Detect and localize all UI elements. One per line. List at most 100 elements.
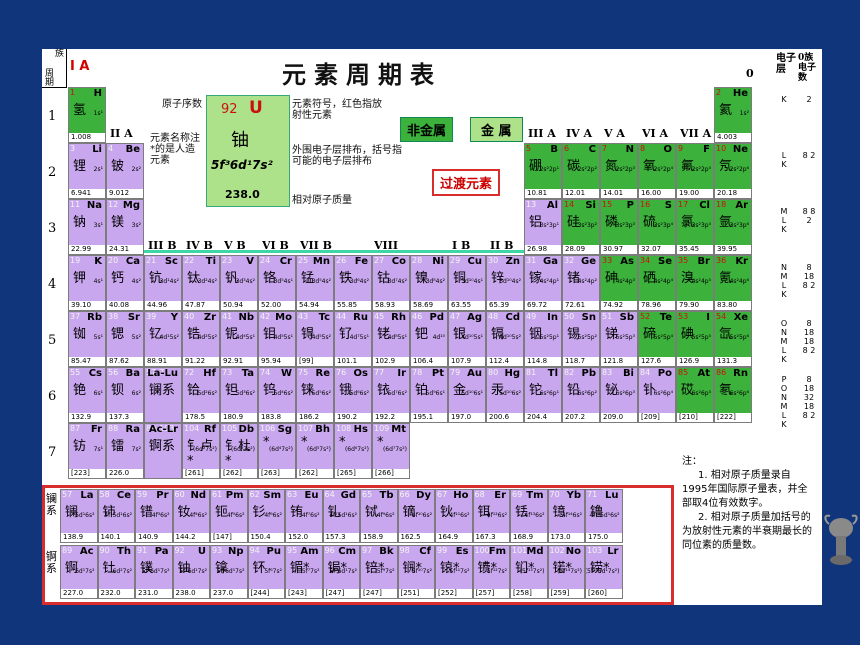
element-config: 2s²2p⁵ [691, 166, 711, 173]
element-cell: 78 Pt 铂 5d⁹6s¹ 195.1 [410, 367, 448, 423]
element-symbol: Yb [566, 490, 581, 501]
element-symbol: O [663, 144, 672, 155]
element-mass: 127.6 [639, 357, 675, 366]
element-symbol: N [625, 144, 634, 155]
element-mass: 6.941 [69, 189, 105, 198]
element-symbol: Pt [431, 368, 444, 379]
element-mass: 58.69 [411, 301, 447, 310]
element-config: 2s²2p⁴ [653, 166, 673, 173]
element-mass: 47.87 [183, 301, 219, 310]
element-config: 3d⁷4s² [387, 278, 407, 285]
element-mass: [210] [677, 413, 713, 422]
element-atomic-number: 58 [99, 490, 110, 499]
element-symbol: Cs [88, 368, 102, 379]
element-symbol: Pr [156, 490, 169, 501]
element-config: 4f¹¹6s² [449, 512, 470, 519]
element-config: 5f⁴6d¹7s² [216, 568, 245, 575]
element-mass: 180.9 [221, 413, 257, 422]
element-cell: 20 Ca 钙 4s² 40.08 [106, 255, 144, 311]
element-mass: 190.2 [335, 413, 371, 422]
element-cell: 88 Ra 镭 7s² 226.0 [106, 423, 144, 479]
element-atomic-number: 42 [260, 312, 271, 321]
element-atomic-number: 17 [678, 200, 689, 209]
element-mass: 164.9 [436, 533, 472, 542]
element-atomic-number: 66 [399, 490, 410, 499]
element-mass: 162.5 [398, 533, 434, 542]
element-cell: 17 Cl 氯 3s²3p⁵ 35.45 [676, 199, 714, 255]
element-atomic-number: 29 [450, 256, 461, 265]
element-atomic-number: 21 [146, 256, 157, 265]
shell-letters: K [781, 95, 787, 104]
footnote-line1: 1. 相对原子质量录自1995年国际原子量表，并全部取4位有效数字。 [682, 470, 808, 509]
element-symbol: Lr [607, 546, 619, 557]
element-atomic-number: 34 [640, 256, 651, 265]
element-config: 3d³4s² [235, 278, 255, 285]
element-config: 4d⁴5s¹ [235, 334, 255, 341]
element-mass: 232.0 [98, 589, 134, 598]
period-label: 7 [48, 445, 57, 460]
element-atomic-number: 90 [99, 546, 110, 555]
element-atomic-number: 54 [716, 312, 727, 321]
element-symbol: Bk [379, 546, 394, 557]
element-cell: 108 Hs * (6d⁶7s²) [265] [334, 423, 372, 479]
element-atomic-number: 36 [716, 256, 727, 265]
element-symbol: Mt [391, 424, 406, 435]
element-symbol: Md [526, 546, 544, 557]
element-atomic-number: 13 [526, 200, 537, 209]
element-atomic-number: 95 [287, 546, 298, 555]
element-atomic-number: 46 [412, 312, 423, 321]
element-config: 4d⁵5s¹ [273, 334, 293, 341]
element-cell: 2 He 氦 1s² 4.003 [714, 87, 752, 143]
element-cell: 38 Sr 锶 5s² 87.62 [106, 311, 144, 367]
element-cell: 18 Ar 氩 3s²3p⁶ 39.95 [714, 199, 752, 255]
element-cell: 44 Ru 钌 4d⁷5s¹ 101.1 [334, 311, 372, 367]
shell-letters: M L K [780, 207, 788, 234]
element-atomic-number: 44 [336, 312, 347, 321]
element-mass: 14.01 [601, 189, 637, 198]
group-label-text: VII A [680, 127, 712, 140]
legend-sample-cell: 92 U 铀 5f³6d¹7s² 238.0 [206, 95, 290, 207]
element-cell: 85 At 砹 6s²6p⁵ [210] [676, 367, 714, 423]
element-symbol: La [80, 490, 94, 501]
group-label: II A [110, 127, 133, 140]
element-symbol: Pd [429, 312, 445, 323]
element-symbol: Tb [379, 490, 394, 501]
element-config: 5f⁹7s² [376, 568, 395, 575]
element-mass: 52.00 [259, 301, 295, 310]
element-atomic-number: 19 [70, 256, 81, 265]
element-atomic-number: 50 [564, 312, 575, 321]
element-atomic-number: 81 [526, 368, 537, 377]
element-config: 4d¹⁰5s² [499, 334, 521, 341]
shell-counts: 8 18 8 2 [802, 263, 816, 290]
group-label: V A [604, 127, 625, 140]
element-config: 3s¹ [93, 222, 103, 229]
shell-counts: 8 8 2 [802, 207, 816, 225]
element-atomic-number: 32 [564, 256, 575, 265]
element-config: 3d⁵4s² [311, 278, 331, 285]
element-mass: 40.08 [107, 301, 143, 310]
group-label-text: II A [110, 127, 133, 140]
element-cell: 40 Zr 锆 4d²5s² 91.22 [182, 311, 220, 367]
element-atomic-number: 103 [587, 546, 603, 555]
element-mass: 175.0 [586, 533, 622, 542]
element-symbol: Cu [467, 256, 482, 267]
group-label: III A [528, 127, 556, 140]
element-cell: 11 Na 钠 3s¹ 22.99 [68, 199, 106, 255]
element-config: 4f⁹6s² [376, 512, 395, 519]
element-config: 4d²5s² [197, 334, 217, 341]
shell-column: K 2 L K 8 2 M L K 8 8 2 N M L K 8 18 8 2 O N M L… [774, 49, 822, 429]
element-symbol: Tm [526, 490, 544, 501]
element-cell: 52 Te 碲 5s²5p⁴ 127.6 [638, 311, 676, 367]
element-cell: 6 C 碳 2s²2p² 12.01 [562, 143, 600, 199]
element-cell: 32 Ge 锗 4s²4p² 72.61 [562, 255, 600, 311]
element-atomic-number: 35 [678, 256, 689, 265]
element-symbol: Re [315, 368, 330, 379]
element-cell: 71 Lu 镥 4f¹⁴5d¹6s² 175.0 [585, 489, 623, 543]
element-atomic-number: 16 [640, 200, 651, 209]
element-config: 5d¹6s² [75, 512, 95, 519]
element-mass: 238.0 [173, 589, 209, 598]
element-symbol: In [547, 312, 558, 323]
group-label-text: V A [604, 127, 625, 140]
element-symbol: Ga [543, 256, 558, 267]
element-symbol: K [94, 256, 102, 267]
